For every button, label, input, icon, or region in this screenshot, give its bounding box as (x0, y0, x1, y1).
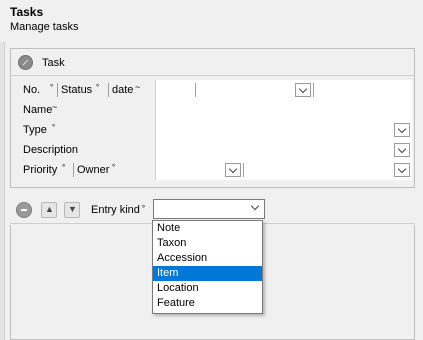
owner-label: Owner (77, 164, 110, 176)
date-sort-marker: ~ (135, 82, 141, 92)
no-label: No. (23, 84, 41, 96)
dropdown-option[interactable]: Taxon (153, 236, 262, 251)
entry-kind-dropdown-list[interactable]: Note Taxon Accession Item Location Feature (152, 220, 263, 314)
dropdown-option[interactable]: Feature (153, 296, 262, 311)
entry-kind-label-text: Entry kind (91, 204, 140, 216)
task-form: No. ° Status ° date ~ Name ~ Type ° Desc… (14, 80, 412, 180)
type-label: Type (23, 124, 47, 136)
task-panel: Task No. ° Status ° date ~ Name ~ Type °… (10, 48, 415, 188)
description-label: Description (23, 144, 79, 156)
separator (195, 83, 196, 97)
form-row-description: Description (14, 140, 412, 160)
task-panel-header: Task (11, 49, 414, 76)
chevron-down-icon[interactable] (250, 201, 260, 211)
date-label: date (112, 84, 134, 96)
remove-icon[interactable] (16, 202, 32, 218)
description-select[interactable] (156, 140, 412, 160)
task-icon[interactable] (18, 55, 33, 70)
separator (57, 83, 58, 97)
owner-dropdown-button[interactable] (394, 163, 410, 177)
identifiers-label-cell: No. ° Status ° date ~ (14, 80, 156, 100)
entry-kind-select[interactable] (153, 199, 265, 219)
separator (313, 83, 314, 97)
header: Tasks Manage tasks (0, 0, 423, 42)
dropdown-option[interactable]: Accession (153, 251, 262, 266)
priority-label: Priority (23, 164, 58, 176)
entry-kind-sort-marker: ° (141, 204, 146, 213)
priority-dropdown-button[interactable] (225, 163, 241, 177)
status-dropdown-button[interactable] (295, 83, 311, 97)
left-stripe (0, 42, 5, 340)
status-label: Status (61, 84, 93, 96)
priority-sort-marker: ° (62, 163, 66, 172)
type-dropdown-button[interactable] (394, 123, 410, 137)
type-select[interactable] (156, 120, 412, 140)
name-label-cell: Name ~ (14, 100, 156, 120)
description-label-cell: Description (14, 140, 156, 160)
identifiers-field[interactable] (156, 80, 412, 100)
task-panel-label: Task (42, 57, 65, 69)
description-dropdown-button[interactable] (394, 143, 410, 157)
form-row-priority-owner: Priority ° Owner ° (14, 160, 412, 180)
dropdown-option[interactable]: Item (153, 266, 262, 281)
owner-sort-marker: ° (112, 163, 116, 172)
status-sort-marker: ° (96, 83, 100, 92)
priority-owner-field[interactable] (156, 160, 412, 180)
form-row-identifiers: No. ° Status ° date ~ (14, 80, 412, 100)
name-input[interactable] (156, 100, 412, 120)
name-sort-marker: ~ (52, 102, 58, 112)
form-row-name: Name ~ (14, 100, 412, 120)
no-sort-marker: ° (50, 83, 54, 92)
entry-kind-label: Entry kind ° (91, 204, 145, 216)
page-subtitle: Manage tasks (10, 21, 79, 33)
dropdown-option[interactable]: Location (153, 281, 262, 296)
page-title: Tasks (10, 5, 44, 19)
priority-owner-label-cell: Priority ° Owner ° (14, 160, 156, 180)
move-down-icon[interactable] (64, 202, 80, 218)
type-sort-marker: ° (52, 123, 56, 132)
separator (108, 83, 109, 97)
form-row-type: Type ° (14, 120, 412, 140)
name-label: Name (23, 104, 53, 116)
type-label-cell: Type ° (14, 120, 156, 140)
dropdown-option[interactable]: Note (153, 221, 262, 236)
move-up-icon[interactable] (41, 202, 57, 218)
separator (73, 163, 74, 177)
separator (243, 163, 244, 177)
